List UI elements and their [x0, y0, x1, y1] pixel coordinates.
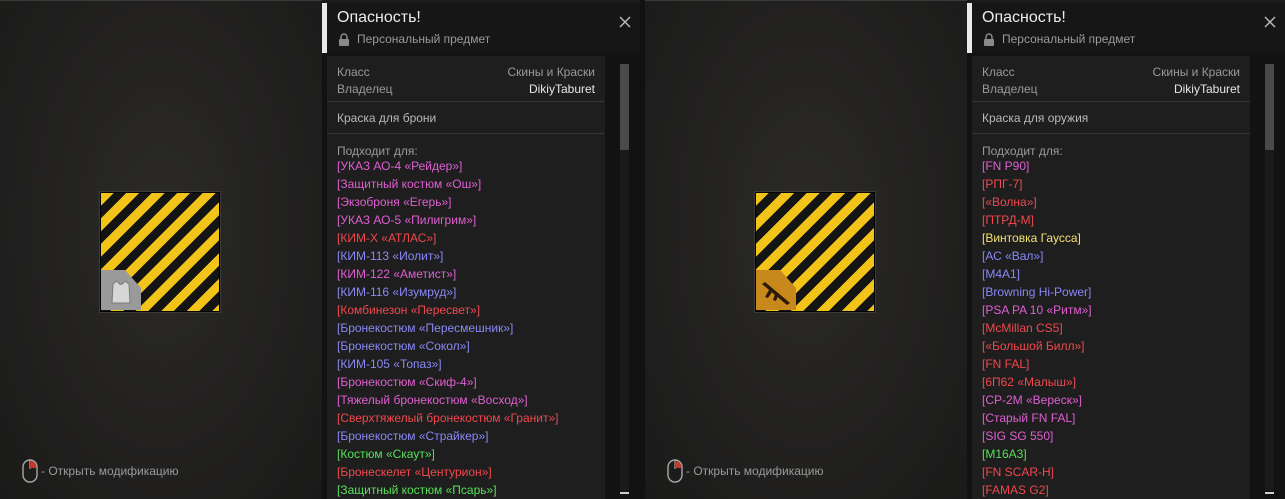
item-subtitle: Персональный предмет	[1002, 32, 1136, 46]
tooltip-scrollbar[interactable]	[605, 56, 640, 499]
item-icon-paint[interactable]	[755, 192, 875, 312]
fits-item[interactable]: [Старый FN FAL]	[982, 409, 1092, 427]
owner-row: Владелец DikiyTaburet	[337, 82, 595, 96]
fits-item[interactable]: [КИМ-Х «АТЛАС»]	[337, 229, 558, 247]
class-label: Класс	[982, 65, 1015, 79]
fits-item[interactable]: [КИМ-122 «Аметист»]	[337, 265, 558, 283]
owner-label: Владелец	[337, 82, 393, 96]
fits-item[interactable]: [SIG SG 550]	[982, 427, 1092, 445]
fits-item[interactable]: [FAMAS G2]	[982, 481, 1092, 499]
fits-item[interactable]: [McMillan CS5]	[982, 319, 1092, 337]
owner-label: Владелец	[982, 82, 1038, 96]
class-row: Класс Скины и Краски	[337, 65, 595, 79]
fits-title: Подходит для:	[337, 144, 418, 158]
tooltip-scrollbar[interactable]	[1250, 56, 1285, 499]
item-tooltip: Опасность! Персональный предмет Класс Ск…	[322, 3, 640, 499]
owner-row: Владелец DikiyTaburet	[982, 82, 1240, 96]
fits-item[interactable]: [M16A3]	[982, 445, 1092, 463]
close-icon[interactable]	[1264, 16, 1276, 28]
class-label: Класс	[337, 65, 370, 79]
fits-item[interactable]: [M4A1]	[982, 265, 1092, 283]
owner-value: DikiyTaburet	[1173, 82, 1240, 96]
armor-badge	[101, 270, 141, 310]
tooltip-header: Опасность! Персональный предмет	[967, 3, 1285, 53]
armor-vest-icon	[111, 280, 131, 304]
owner-value: DikiyTaburet	[528, 82, 595, 96]
scroll-thumb[interactable]	[1265, 64, 1274, 150]
divider	[327, 133, 605, 134]
fits-item[interactable]: [Бронекостюм «Страйкер»]	[337, 427, 558, 445]
fits-item[interactable]: [АС «Вал»]	[982, 247, 1092, 265]
fits-title: Подходит для:	[982, 144, 1063, 158]
fits-item[interactable]: [Защитный костюм «Ош»]	[337, 175, 558, 193]
fits-item[interactable]: [Сверхтяжелый бронекостюм «Гранит»]	[337, 409, 558, 427]
fits-item[interactable]: [УКАЗ АО-4 «Рейдер»]	[337, 157, 558, 175]
fits-item[interactable]: [РПГ-7]	[982, 175, 1092, 193]
item-preview-area: - Открыть модификацию	[0, 0, 322, 499]
item-panel-armor-paint: - Открыть модификацию Опасность! Персона…	[0, 0, 640, 499]
class-value: Скины и Краски	[507, 65, 595, 79]
divider	[972, 133, 1250, 134]
rifle-icon	[762, 282, 790, 305]
fits-item[interactable]: [Бронекостюм «Скиф-4»]	[337, 373, 558, 391]
close-icon[interactable]	[619, 16, 631, 28]
item-description: Краска для брони	[337, 111, 437, 125]
fits-list: [УКАЗ АО-4 «Рейдер»] [Защитный костюм «Ош…	[337, 157, 558, 499]
fits-item[interactable]: [Тяжелый бронекостюм «Восход»]	[337, 391, 558, 409]
scroll-end-marker	[620, 492, 629, 494]
scroll-thumb[interactable]	[620, 64, 629, 150]
item-subtitle: Персональный предмет	[357, 32, 491, 46]
fits-item[interactable]: [FN SCAR-H]	[982, 463, 1092, 481]
fits-item[interactable]: [PSA PA 10 «Ритм»]	[982, 301, 1092, 319]
lock-icon	[339, 33, 349, 46]
fits-item[interactable]: [Бронекостюм «Сокол»]	[337, 337, 558, 355]
lock-icon	[984, 33, 994, 46]
fits-item[interactable]: [УКАЗ АО-5 «Пилигрим»]	[337, 211, 558, 229]
item-title: Опасность!	[337, 9, 421, 26]
item-title: Опасность!	[982, 9, 1066, 26]
fits-item[interactable]: [Комбинезон «Пересвет»]	[337, 301, 558, 319]
fits-item[interactable]: [ПТРД-М]	[982, 211, 1092, 229]
open-modification-hint: - Открыть модификацию	[667, 459, 824, 483]
fits-item[interactable]: [Browning Hi-Power]	[982, 283, 1092, 301]
mouse-icon	[22, 459, 38, 483]
fits-list: [FN P90] [РПГ-7] [«Волна»] [ПТРД-М] [Винтовк…	[982, 157, 1092, 499]
fits-item[interactable]: [«Большой Билл»]	[982, 337, 1092, 355]
fits-item[interactable]: [Костюм «Скаут»]	[337, 445, 558, 463]
fits-item[interactable]: [FN FAL]	[982, 355, 1092, 373]
class-row: Класс Скины и Краски	[982, 65, 1240, 79]
item-preview-area: - Открыть модификацию	[645, 0, 967, 499]
fits-item[interactable]: [СР-2М «Вереск»]	[982, 391, 1092, 409]
fits-item[interactable]: [КИМ-116 «Изумруд»]	[337, 283, 558, 301]
open-modification-text: - Открыть модификацию	[686, 464, 824, 478]
item-description: Краска для оружия	[982, 111, 1089, 125]
item-tooltip: Опасность! Персональный предмет Класс Ск…	[967, 3, 1285, 499]
fits-item[interactable]: [«Волна»]	[982, 193, 1092, 211]
open-modification-hint: - Открыть модификацию	[22, 459, 179, 483]
fits-item[interactable]: [Бронекостюм «Пересмешник»]	[337, 319, 558, 337]
divider	[327, 101, 605, 102]
class-value: Скины и Краски	[1152, 65, 1240, 79]
fits-item[interactable]: [Бронескелет «Центурион»]	[337, 463, 558, 481]
divider	[972, 101, 1250, 102]
fits-item[interactable]: [FN P90]	[982, 157, 1092, 175]
tooltip-body: Класс Скины и Краски Владелец DikiyTabur…	[972, 56, 1250, 499]
fits-item[interactable]: [Защитный костюм «Псарь»]	[337, 481, 558, 499]
weapon-badge	[756, 270, 796, 310]
item-icon-paint[interactable]	[100, 192, 220, 312]
fits-item[interactable]: [6П62 «Малыш»]	[982, 373, 1092, 391]
tooltip-header: Опасность! Персональный предмет	[322, 3, 640, 53]
fits-item[interactable]: [Экзоброня «Егерь»]	[337, 193, 558, 211]
fits-item[interactable]: [КИМ-105 «Топаз»]	[337, 355, 558, 373]
fits-item[interactable]: [Винтовка Гаусса]	[982, 229, 1092, 247]
item-panel-weapon-paint: - Открыть модификацию Опасность! Персона…	[645, 0, 1285, 499]
tooltip-body: Класс Скины и Краски Владелец DikiyTabur…	[327, 56, 605, 499]
fits-item[interactable]: [КИМ-113 «Иолит»]	[337, 247, 558, 265]
scroll-end-marker	[1265, 492, 1274, 494]
open-modification-text: - Открыть модификацию	[41, 464, 179, 478]
mouse-icon	[667, 459, 683, 483]
